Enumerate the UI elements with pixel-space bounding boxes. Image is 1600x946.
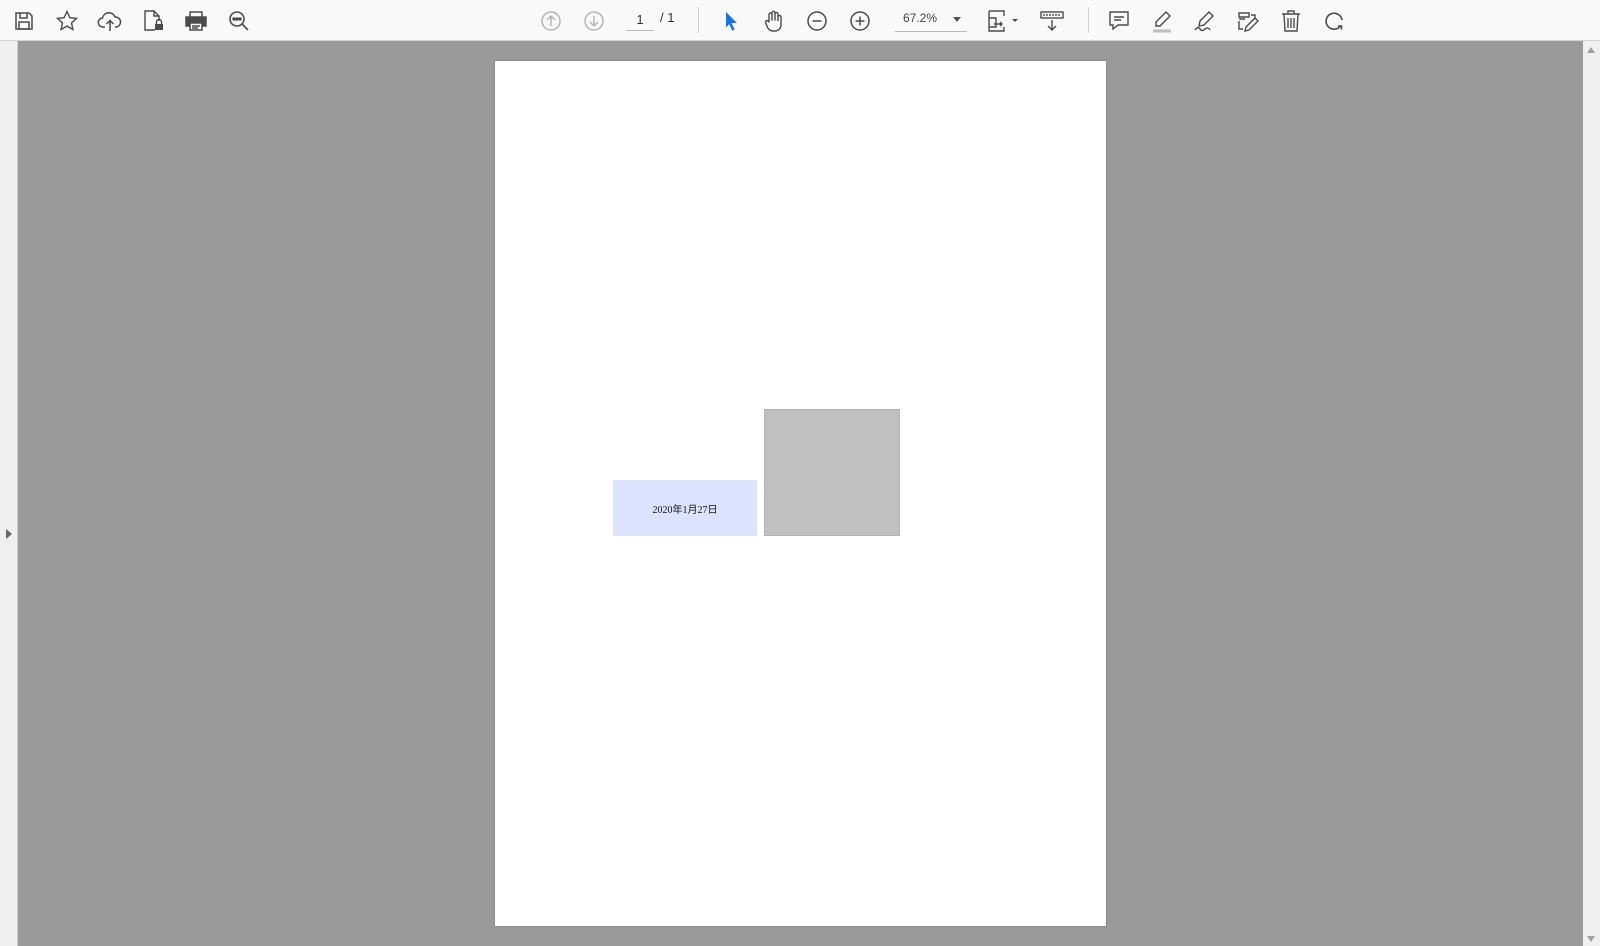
chevron-down-icon — [953, 17, 961, 22]
date-form-field[interactable]: 2020年1月27日 — [613, 480, 757, 536]
document-viewport[interactable]: 2020年1月27日 — [18, 41, 1583, 946]
left-panel-strip — [0, 41, 18, 946]
page-fit-icon[interactable] — [983, 4, 1023, 38]
zoom-level-dropdown[interactable]: 67.2% — [895, 8, 967, 32]
star-icon[interactable] — [50, 4, 84, 38]
zoom-level-value: 67.2% — [903, 11, 938, 25]
arrow-down-circle-icon[interactable] — [577, 4, 611, 38]
scroll-mode-icon[interactable] — [1035, 4, 1069, 38]
cloud-upload-icon[interactable] — [93, 4, 127, 38]
zoom-out-icon[interactable] — [800, 4, 834, 38]
select-cursor-icon[interactable] — [714, 4, 748, 38]
zoom-in-icon[interactable] — [843, 4, 877, 38]
vertical-scrollbar[interactable] — [1583, 41, 1600, 946]
toolbar-divider — [1088, 7, 1089, 33]
save-icon[interactable] — [7, 4, 41, 38]
edit-pdf-icon[interactable] — [1231, 4, 1265, 38]
page-total-label: / 1 — [660, 10, 675, 25]
image-placeholder — [764, 409, 900, 536]
protect-file-icon[interactable] — [136, 4, 170, 38]
panel-expand-arrow-icon[interactable] — [6, 529, 12, 539]
arrow-up-circle-icon[interactable] — [534, 4, 568, 38]
hand-icon[interactable] — [757, 4, 791, 38]
comment-icon[interactable] — [1102, 4, 1136, 38]
zoom-search-icon[interactable] — [222, 4, 256, 38]
highlight-icon[interactable] — [1145, 4, 1179, 38]
rotate-icon[interactable] — [1317, 4, 1351, 38]
pdf-page: 2020年1月27日 — [495, 61, 1106, 926]
print-icon[interactable] — [179, 4, 213, 38]
scroll-up-arrow-icon[interactable] — [1587, 47, 1595, 53]
scroll-down-arrow-icon[interactable] — [1587, 936, 1595, 942]
toolbar-divider — [698, 7, 699, 33]
sign-icon[interactable] — [1188, 4, 1222, 38]
top-toolbar: / 1 67.2% — [0, 0, 1600, 41]
page-number-input[interactable] — [626, 8, 654, 31]
delete-icon[interactable] — [1274, 4, 1308, 38]
